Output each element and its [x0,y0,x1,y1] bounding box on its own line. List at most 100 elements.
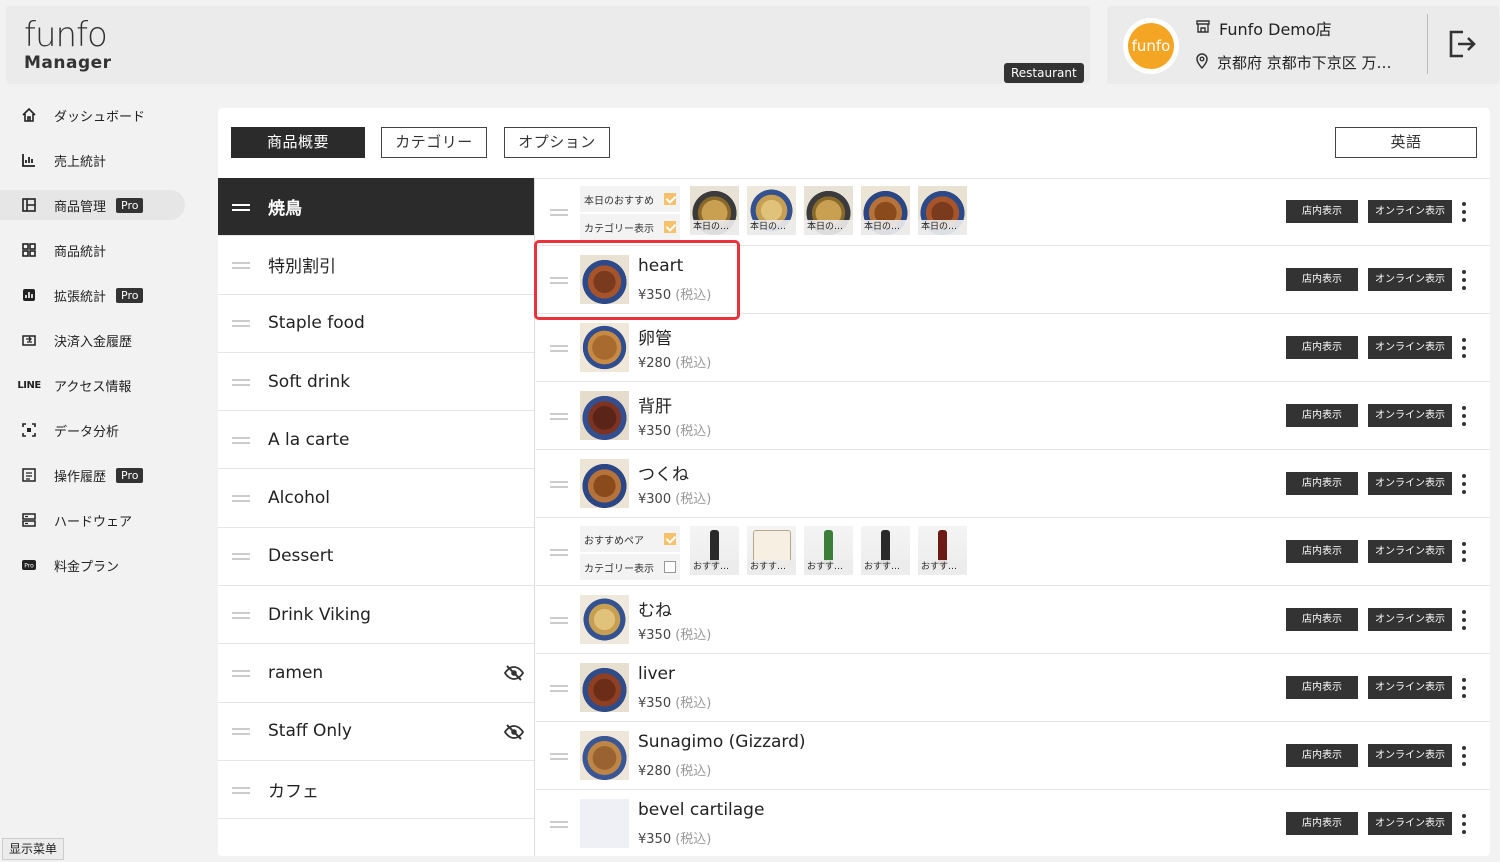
group-item-thumbnail[interactable]: 本日の… [690,186,739,235]
sidebar-item-pricing-plan[interactable]: Pro 料金プラン [0,550,200,580]
sidebar-item-payment-history[interactable]: 決済入金履歴 [0,325,200,355]
more-options-icon[interactable] [1460,268,1468,292]
app-logo[interactable]: funfo Manager [24,16,112,72]
drag-handle-icon[interactable] [232,726,252,736]
category-item[interactable]: Drink Viking [218,586,534,645]
category-item[interactable]: Soft drink [218,353,534,412]
more-options-icon[interactable] [1460,404,1468,428]
drag-handle-icon[interactable] [232,377,252,387]
sidebar-item-product-management[interactable]: 商品管理 Pro [0,190,185,220]
drag-handle-icon[interactable] [232,551,252,561]
more-options-icon[interactable] [1460,744,1468,768]
store-display-button[interactable]: 店内表示 [1286,540,1358,563]
online-display-button[interactable]: オンライン表示 [1368,744,1452,767]
eye-off-icon[interactable] [503,723,525,741]
drag-handle-icon[interactable] [232,202,252,212]
drag-handle-icon[interactable] [550,819,570,829]
store-display-button[interactable]: 店内表示 [1286,812,1358,835]
category-item[interactable]: Staff Only [218,703,534,761]
product-row[interactable]: heart ¥350 (税込) 店内表示 オンライン表示 [536,246,1490,314]
product-row[interactable]: むね ¥350 (税込) 店内表示 オンライン表示 [536,586,1490,654]
product-row[interactable]: liver ¥350 (税込) 店内表示 オンライン表示 [536,654,1490,722]
checkbox[interactable] [664,561,676,573]
checkbox[interactable] [664,193,676,205]
drag-handle-icon[interactable] [550,479,570,489]
category-item[interactable]: 焼鳥 [218,178,534,237]
store-display-button[interactable]: 店内表示 [1286,268,1358,291]
tab-options[interactable]: オプション [504,127,610,158]
drag-handle-icon[interactable] [232,785,252,795]
drag-handle-icon[interactable] [550,615,570,625]
flag-recommended-pair[interactable]: おすすめペア [580,526,680,552]
sidebar-item-hardware[interactable]: ハードウェア [0,505,200,535]
online-display-button[interactable]: オンライン表示 [1368,404,1452,427]
drag-handle-icon[interactable] [550,207,570,217]
drag-handle-icon[interactable] [232,435,252,445]
checkbox[interactable] [664,221,676,233]
drag-handle-icon[interactable] [232,668,252,678]
more-options-icon[interactable] [1460,676,1468,700]
more-options-icon[interactable] [1460,200,1468,224]
online-display-button[interactable]: オンライン表示 [1368,608,1452,631]
store-display-button[interactable]: 店内表示 [1286,608,1358,631]
checkbox[interactable] [664,533,676,545]
category-item[interactable]: Staple food [218,295,534,353]
group-item-thumbnail[interactable]: おすす… [918,526,967,575]
store-display-button[interactable]: 店内表示 [1286,336,1358,359]
more-options-icon[interactable] [1460,472,1468,496]
category-item[interactable]: A la carte [218,411,534,470]
product-group-row[interactable]: 本日のおすすめ カテゴリー表示 本日の… 本日の… 本日の… 本日の… 本日の…… [536,178,1490,246]
tab-category[interactable]: カテゴリー [381,127,487,158]
category-item[interactable]: Dessert [218,528,534,587]
sidebar-item-data-analysis[interactable]: データ分析 [0,415,200,445]
flag-recommend-today[interactable]: 本日のおすすめ [580,186,680,212]
flag-category-display[interactable]: カテゴリー表示 [580,554,680,580]
store-display-button[interactable]: 店内表示 [1286,676,1358,699]
drag-handle-icon[interactable] [550,343,570,353]
online-display-button[interactable]: オンライン表示 [1368,676,1452,699]
drag-handle-icon[interactable] [232,318,252,328]
drag-handle-icon[interactable] [232,493,252,503]
sidebar-item-sales-stats[interactable]: 売上統計 [0,145,200,175]
group-item-thumbnail[interactable]: 本日の… [747,186,796,235]
store-display-button[interactable]: 店内表示 [1286,472,1358,495]
language-button[interactable]: 英語 [1335,127,1477,158]
tab-product-overview[interactable]: 商品概要 [231,127,365,158]
product-row[interactable]: bevel cartilage ¥350 (税込) 店内表示 オンライン表示 [536,790,1490,856]
group-item-thumbnail[interactable]: 本日の… [918,186,967,235]
category-item[interactable]: カフェ [218,761,534,820]
drag-handle-icon[interactable] [550,411,570,421]
group-item-thumbnail[interactable]: おすす… [804,526,853,575]
product-row[interactable]: 卵管 ¥280 (税込) 店内表示 オンライン表示 [536,314,1490,382]
eye-off-icon[interactable] [503,664,525,682]
drag-handle-icon[interactable] [550,683,570,693]
online-display-button[interactable]: オンライン表示 [1368,336,1452,359]
more-options-icon[interactable] [1460,540,1468,564]
more-options-icon[interactable] [1460,336,1468,360]
drag-handle-icon[interactable] [232,260,252,270]
store-display-button[interactable]: 店内表示 [1286,200,1358,223]
group-item-thumbnail[interactable]: おすす… [690,526,739,575]
product-group-row[interactable]: おすすめペア カテゴリー表示 おすす… おすす… おすす… おすす… おすす… … [536,518,1490,586]
flag-category-display[interactable]: カテゴリー表示 [580,214,680,240]
online-display-button[interactable]: オンライン表示 [1368,540,1452,563]
online-display-button[interactable]: オンライン表示 [1368,200,1452,223]
online-display-button[interactable]: オンライン表示 [1368,472,1452,495]
sidebar-item-operation-log[interactable]: 操作履歴 Pro [0,460,200,490]
product-row[interactable]: 背肝 ¥350 (税込) 店内表示 オンライン表示 [536,382,1490,450]
drag-handle-icon[interactable] [232,610,252,620]
store-display-button[interactable]: 店内表示 [1286,404,1358,427]
group-item-thumbnail[interactable]: 本日の… [804,186,853,235]
sidebar-item-dashboard[interactable]: ダッシュボード [0,100,200,130]
group-item-thumbnail[interactable]: おすす… [747,526,796,575]
more-options-icon[interactable] [1460,812,1468,836]
group-item-thumbnail[interactable]: おすす… [861,526,910,575]
online-display-button[interactable]: オンライン表示 [1368,268,1452,291]
drag-handle-icon[interactable] [550,547,570,557]
more-options-icon[interactable] [1460,608,1468,632]
drag-handle-icon[interactable] [550,751,570,761]
product-row[interactable]: つくね ¥300 (税込) 店内表示 オンライン表示 [536,450,1490,518]
group-item-thumbnail[interactable]: 本日の… [861,186,910,235]
product-row[interactable]: Sunagimo (Gizzard) ¥280 (税込) 店内表示 オンライン表… [536,722,1490,790]
category-item[interactable]: 特別割引 [218,236,534,295]
